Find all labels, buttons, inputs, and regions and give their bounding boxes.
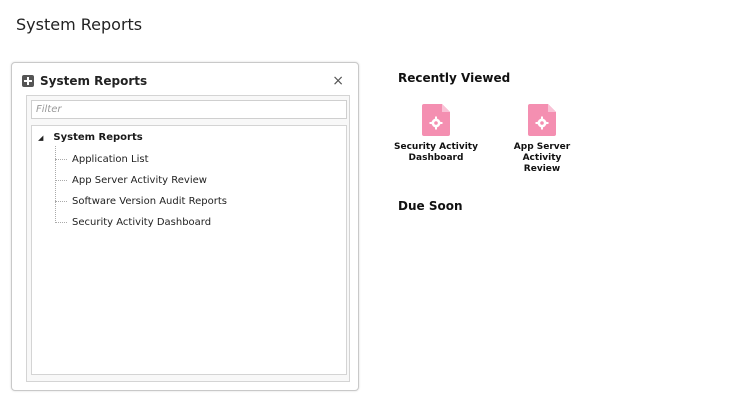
close-button[interactable]: × — [332, 74, 344, 88]
tree-item-label: Software Version Audit Reports — [72, 195, 227, 207]
recent-item-app-server-activity-review[interactable]: App Server Activity Review — [497, 104, 587, 175]
tree-item-security-activity-dashboard[interactable]: Security Activity Dashboard — [55, 214, 211, 230]
recent-item-label: App Server Activity Review — [497, 142, 587, 175]
panel-title: System Reports — [40, 74, 148, 88]
recent-item-label-line1: Security Activity — [394, 142, 478, 152]
recent-item-security-activity-dashboard[interactable]: Security Activity Dashboard — [391, 104, 481, 164]
tree-item-label: App Server Activity Review — [72, 174, 207, 186]
recent-item-label: Security Activity Dashboard — [391, 142, 481, 164]
report-gear-icon — [528, 104, 556, 136]
tree-item-label: Application List — [72, 153, 149, 165]
recently-viewed-heading: Recently Viewed — [398, 71, 511, 85]
tree-item-application-list[interactable]: Application List — [55, 151, 149, 167]
tree-branch — [55, 158, 67, 160]
collapse-toggle-icon[interactable]: ◢ — [38, 134, 43, 142]
grid-icon — [22, 75, 34, 87]
report-gear-icon — [422, 104, 450, 136]
recent-item-label-line1: App Server Activity — [513, 142, 571, 163]
due-soon-heading: Due Soon — [398, 199, 463, 213]
panel-body: ◢ System Reports Application List App Se… — [26, 95, 350, 382]
recent-item-label-line2: Dashboard — [408, 153, 464, 163]
page-title: System Reports — [16, 15, 143, 34]
report-tree: ◢ System Reports Application List App Se… — [31, 125, 347, 375]
tree-branch — [55, 179, 67, 181]
tree-branch — [55, 200, 67, 202]
tree-item-app-server-activity-review[interactable]: App Server Activity Review — [55, 172, 207, 188]
tree-root-label: System Reports — [53, 132, 143, 143]
tree-item-label: Security Activity Dashboard — [72, 216, 212, 228]
tree-item-software-version-audit-reports[interactable]: Software Version Audit Reports — [55, 193, 227, 209]
system-reports-panel: System Reports × ◢ System Reports Applic… — [11, 62, 359, 391]
recent-item-label-line2: Review — [523, 164, 561, 174]
filter-input[interactable] — [31, 100, 347, 119]
tree-root-system-reports[interactable]: ◢ System Reports — [38, 132, 143, 143]
panel-header: System Reports × — [22, 71, 348, 91]
tree-branch — [55, 221, 67, 223]
